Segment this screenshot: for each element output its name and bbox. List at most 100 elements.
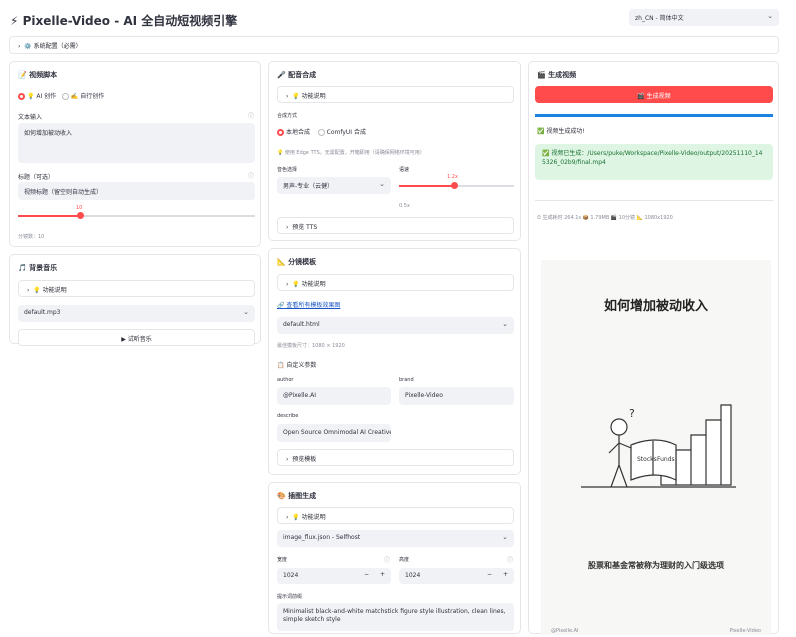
speed-label: 语速 — [399, 167, 410, 173]
speed-slider-value: 1.2x — [447, 174, 458, 180]
workflow-select[interactable]: image_flux.json - Selfhost ⌄ — [277, 530, 514, 547]
music-panel: 🎵 背景音乐 › 💡 功能说明 default.mp3 ⌄ ▶ 试听音乐 — [9, 254, 261, 346]
template-size-note: 最佳模板尺寸：1080 × 1920 — [277, 343, 345, 349]
speed-min-label: 0.5x — [399, 203, 410, 209]
system-config-expander[interactable]: › ⚙️ 系统配置（必需） — [9, 36, 779, 54]
brand-label: brand — [399, 377, 414, 383]
template-gallery-link[interactable]: 🔗 查看所有模板效果图 — [277, 300, 340, 309]
text-input[interactable]: 如何增加被动收入 — [18, 123, 255, 163]
image-help-expander[interactable]: › 💡 功能说明 — [277, 507, 514, 524]
music-help-label: 💡 功能说明 — [33, 287, 67, 294]
voice-select[interactable]: 男声-专业（云健） ⌄ — [277, 177, 391, 194]
minus-icon[interactable]: − — [364, 571, 369, 578]
tts-preview-label: 预览 TTS — [292, 224, 318, 231]
author-input[interactable]: @Pixelle.AI — [277, 387, 391, 405]
chevron-right-icon: › — [286, 224, 289, 231]
prompt-prefix-input[interactable]: Minimalist black-and-white matchstick fi… — [277, 603, 514, 631]
music-select-value: default.mp3 — [24, 309, 61, 316]
template-select-value: default.html — [283, 321, 320, 328]
help-icon[interactable]: ⓘ — [248, 171, 254, 180]
width-value: 1024 — [283, 572, 299, 579]
describe-input[interactable]: Open Source Omnimodal AI Creative — [277, 424, 391, 442]
mode-custom-label: ✍️ 自行创作 — [70, 93, 105, 100]
width-label: 宽度 — [277, 557, 288, 563]
brand-input[interactable]: Pixelle-Video — [399, 387, 514, 405]
generate-video-button[interactable]: 🎬 生成视频 — [535, 86, 773, 103]
saved-path-alert: ✅ 视频已生成：/Users/puke/Workspace/Pixelle-Vi… — [535, 144, 773, 180]
scenes-slider-fill — [18, 215, 80, 217]
author-label: author — [277, 377, 294, 383]
saved-prefix: ✅ 视频已生成： — [542, 150, 588, 157]
height-stepper[interactable]: 1024 − + — [399, 568, 514, 584]
voice-label: 音色选择 — [277, 167, 298, 173]
tts-comfy-label: ComfyUI 合成 — [326, 129, 366, 136]
image-panel-title: 🎨 插图生成 — [277, 492, 317, 500]
script-panel: 📝 视频脚本 💡 AI 创作 ✍️ 自行创作 文本输入 ⓘ 如何增加被动收入 标… — [9, 61, 261, 247]
mode-ai-label: 💡 AI 创作 — [27, 93, 57, 100]
script-panel-title: 📝 视频脚本 — [18, 71, 58, 79]
chevron-down-icon: ⌄ — [502, 320, 508, 328]
tts-local-label: 本地合成 — [286, 129, 311, 136]
minus-icon[interactable]: − — [487, 571, 492, 578]
speed-slider-thumb[interactable] — [451, 182, 458, 189]
text-input-label: 文本输入 — [18, 114, 43, 121]
image-help-label: 💡 功能说明 — [292, 514, 326, 521]
mode-ai-radio[interactable]: 💡 AI 创作 — [18, 93, 56, 100]
radio-icon — [277, 129, 284, 136]
progress-bar — [535, 114, 773, 117]
preview-heading: 如何增加被动收入 — [603, 299, 708, 314]
tts-help-expander[interactable]: › 💡 功能说明 — [277, 86, 514, 103]
chevron-right-icon: › — [286, 281, 289, 288]
tts-local-radio[interactable]: 本地合成 — [277, 129, 310, 136]
radio-icon — [61, 93, 69, 100]
scenes-count-label: 分镜数：10 — [18, 234, 45, 240]
preview-caption: 股票和基金常被称为理财的入门级选项 — [588, 561, 724, 570]
template-panel: 📐 分镜模板 › 💡 功能说明 🔗 查看所有模板效果图 default.html… — [268, 248, 521, 475]
music-help-expander[interactable]: › 💡 功能说明 — [18, 280, 255, 297]
tts-preview-expander[interactable]: › 预览 TTS — [277, 217, 514, 234]
workflow-select-value: image_flux.json - Selfhost — [283, 534, 361, 541]
svg-text:?: ? — [629, 407, 635, 420]
mode-radio-group: 💡 AI 创作 ✍️ 自行创作 — [18, 91, 104, 100]
language-select[interactable]: zh_CN - 简体中文 ⌄ — [629, 9, 779, 26]
book-left-text: Stocks — [637, 456, 657, 463]
chevron-down-icon: ⌄ — [379, 180, 385, 188]
title-input[interactable]: 视频标题（留空则自动生成） — [18, 182, 255, 200]
template-help-label: 💡 功能说明 — [292, 281, 326, 288]
chevron-right-icon: › — [286, 514, 289, 521]
custom-params-title: 📋 自定义参数 — [277, 362, 317, 369]
template-panel-title: 📐 分镜模板 — [277, 258, 317, 266]
divider — [535, 200, 773, 201]
success-message: ✅ 视频生成成功! — [537, 128, 585, 135]
music-panel-title: 🎵 背景音乐 — [18, 264, 58, 272]
plus-icon[interactable]: + — [503, 571, 508, 578]
tts-note: 💡 使用 Edge TTS，无需配置，开箱即用（请确保网络环境可用） — [277, 150, 425, 156]
help-icon[interactable]: ⓘ — [507, 555, 513, 564]
scenes-slider-thumb[interactable] — [77, 212, 84, 219]
tts-panel-title: 🎤 配音合成 — [277, 71, 317, 79]
mode-custom-radio[interactable]: ✍️ 自行创作 — [61, 93, 105, 100]
template-select[interactable]: default.html ⌄ — [277, 317, 514, 334]
width-stepper[interactable]: 1024 − + — [277, 568, 391, 584]
template-preview-expander[interactable]: › 预览模板 — [277, 449, 514, 466]
tts-panel: 🎤 配音合成 › 💡 功能说明 合成方式 本地合成 ComfyUI 合成 💡 使… — [268, 61, 521, 241]
system-config-label: ⚙️ 系统配置（必需） — [24, 43, 82, 50]
height-label: 高度 — [399, 557, 410, 563]
title-input-label: 标题（可选） — [18, 174, 55, 181]
chevron-right-icon: › — [286, 456, 289, 463]
music-select[interactable]: default.mp3 ⌄ — [18, 305, 255, 322]
radio-icon — [18, 93, 25, 100]
template-preview-label: 预览模板 — [292, 456, 317, 463]
tts-method-radio-group: 本地合成 ComfyUI 合成 — [277, 127, 366, 136]
radio-icon — [317, 129, 325, 136]
help-icon[interactable]: ⓘ — [248, 111, 254, 120]
plus-icon[interactable]: + — [380, 571, 385, 578]
chevron-down-icon: ⌄ — [767, 12, 773, 20]
video-preview[interactable]: 如何增加被动收入 Stocks Funds ? 股票和基金常被称为理财的入门级选… — [541, 260, 771, 635]
app-title: ⚡ Pixelle-Video - AI 全自动短视频引擎 — [10, 14, 238, 28]
scenes-slider-track[interactable] — [18, 215, 255, 217]
template-help-expander[interactable]: › 💡 功能说明 — [277, 274, 514, 291]
help-icon[interactable]: ⓘ — [384, 555, 390, 564]
music-preview-button[interactable]: ▶ 试听音乐 — [18, 329, 255, 346]
tts-comfy-radio[interactable]: ComfyUI 合成 — [317, 129, 366, 136]
